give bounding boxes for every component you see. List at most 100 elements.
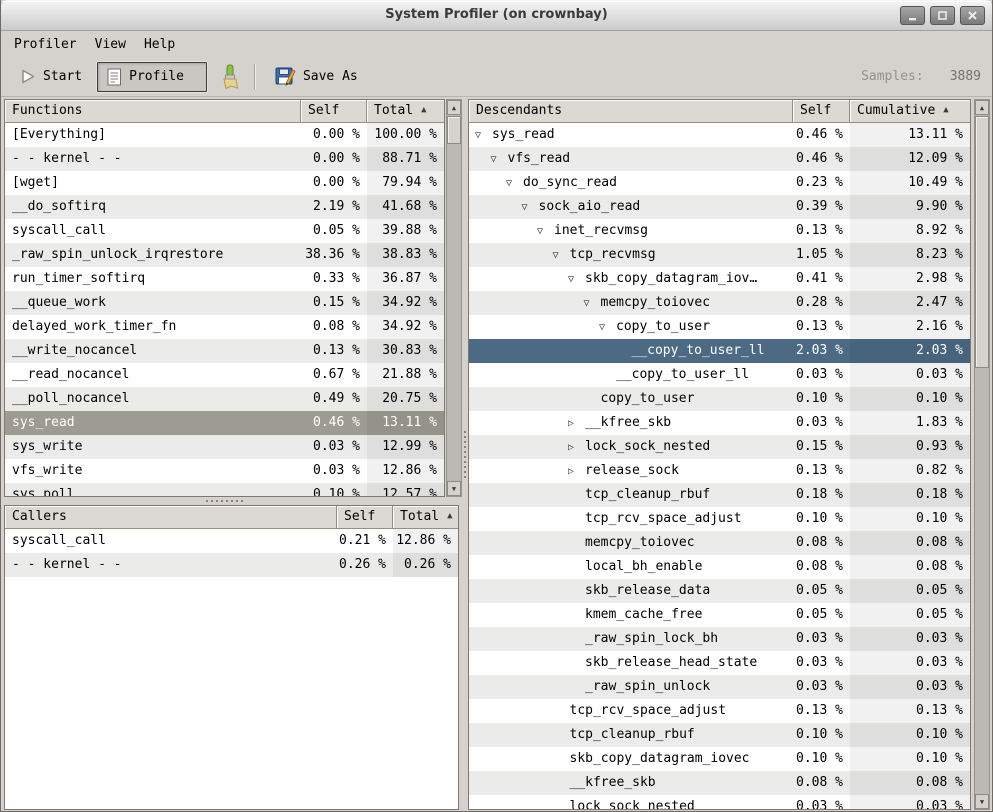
save-as-button[interactable]: Save As bbox=[266, 61, 367, 92]
table-row[interactable]: tcp_rcv_space_adjust0.10 %0.10 % bbox=[469, 507, 970, 531]
total-percent-cell: 8.92 % bbox=[850, 219, 970, 243]
table-row[interactable]: copy_to_user0.10 %0.10 % bbox=[469, 387, 970, 411]
vertical-splitter-handle[interactable] bbox=[461, 99, 468, 810]
function-name-cell: ▽sys_read bbox=[469, 123, 793, 147]
table-row[interactable]: _raw_spin_unlock0.03 %0.03 % bbox=[469, 675, 970, 699]
table-row[interactable]: tcp_rcv_space_adjust0.13 %0.13 % bbox=[469, 699, 970, 723]
table-row[interactable]: _raw_spin_unlock_irqrestore38.36 %38.83 … bbox=[5, 243, 444, 267]
table-row[interactable]: [Everything]0.00 %100.00 % bbox=[5, 123, 444, 147]
table-row[interactable]: __copy_to_user_ll0.03 %0.03 % bbox=[469, 363, 970, 387]
table-row[interactable]: sys_poll0.10 %12.57 % bbox=[5, 483, 444, 496]
functions-column-header[interactable]: Functions bbox=[5, 100, 301, 123]
table-row[interactable]: syscall_call0.05 %39.88 % bbox=[5, 219, 444, 243]
table-row[interactable]: ▽skb_copy_datagram_iov…0.41 %2.98 % bbox=[469, 267, 970, 291]
table-row[interactable]: kmem_cache_free0.05 %0.05 % bbox=[469, 603, 970, 627]
expander-expanded-icon[interactable]: ▽ bbox=[491, 148, 508, 171]
table-row[interactable]: __queue_work0.15 %34.92 % bbox=[5, 291, 444, 315]
total-percent-cell: 0.93 % bbox=[850, 435, 970, 459]
total-percent-cell: 0.05 % bbox=[850, 603, 970, 627]
table-row[interactable]: __read_nocancel0.67 %21.88 % bbox=[5, 363, 444, 387]
close-button[interactable] bbox=[960, 6, 985, 25]
scroll-up-button[interactable]: ▲ bbox=[447, 100, 461, 115]
table-row[interactable]: run_timer_softirq0.33 %36.87 % bbox=[5, 267, 444, 291]
functions-total-column-header[interactable]: Total ▲ bbox=[367, 100, 444, 123]
callers-column-header[interactable]: Callers bbox=[5, 506, 337, 529]
table-row[interactable]: ▷release_sock0.13 %0.82 % bbox=[469, 459, 970, 483]
expander-expanded-icon[interactable]: ▽ bbox=[475, 124, 492, 147]
profile-button[interactable]: Profile bbox=[97, 62, 207, 92]
horizontal-splitter-handle[interactable] bbox=[4, 497, 445, 505]
scrollbar-slider[interactable] bbox=[975, 116, 989, 368]
function-name-cell: skb_release_data bbox=[469, 579, 793, 603]
table-row[interactable]: syscall_call0.21 %12.86 % bbox=[5, 529, 458, 553]
table-row[interactable]: ▽sock_aio_read0.39 %9.90 % bbox=[469, 195, 970, 219]
expander-expanded-icon[interactable]: ▽ bbox=[522, 196, 539, 219]
close-icon bbox=[966, 9, 979, 22]
minimize-button[interactable] bbox=[900, 6, 925, 25]
descendants-scrollbar[interactable]: ▲ ▼ bbox=[974, 99, 990, 810]
start-button[interactable]: Start bbox=[11, 63, 91, 90]
expander-collapsed-icon[interactable]: ▷ bbox=[568, 460, 585, 483]
expander-collapsed-icon[interactable]: ▷ bbox=[568, 412, 585, 435]
menu-item-help[interactable]: Help bbox=[135, 34, 184, 55]
total-percent-cell: 2.16 % bbox=[850, 315, 970, 339]
function-name-cell: local_bh_enable bbox=[469, 555, 793, 579]
table-row[interactable]: __kfree_skb0.08 %0.08 % bbox=[469, 771, 970, 795]
table-row[interactable]: ▽memcpy_toiovec0.28 %2.47 % bbox=[469, 291, 970, 315]
functions-self-column-header[interactable]: Self bbox=[301, 100, 367, 123]
table-row[interactable]: lock_sock_nested0.03 %0.03 % bbox=[469, 795, 970, 809]
table-row[interactable]: ▽tcp_recvmsg1.05 %8.23 % bbox=[469, 243, 970, 267]
expander-expanded-icon[interactable]: ▽ bbox=[537, 220, 554, 243]
titlebar[interactable]: System Profiler (on crownbay) bbox=[1, 0, 992, 31]
table-row[interactable]: _raw_spin_lock_bh0.03 %0.03 % bbox=[469, 627, 970, 651]
functions-scrollbar[interactable]: ▲ ▼ bbox=[446, 99, 462, 497]
table-row[interactable]: [wget]0.00 %79.94 % bbox=[5, 171, 444, 195]
expander-expanded-icon[interactable]: ▽ bbox=[599, 316, 616, 339]
table-row[interactable]: ▽inet_recvmsg0.13 %8.92 % bbox=[469, 219, 970, 243]
scroll-down-button[interactable]: ▼ bbox=[975, 794, 989, 809]
descendants-self-column-header[interactable]: Self bbox=[793, 100, 850, 123]
table-row[interactable]: sys_read0.46 %13.11 % bbox=[5, 411, 444, 435]
table-row[interactable]: sys_write0.03 %12.99 % bbox=[5, 435, 444, 459]
scroll-down-button[interactable]: ▼ bbox=[447, 481, 461, 496]
table-row[interactable]: ▽vfs_read0.46 %12.09 % bbox=[469, 147, 970, 171]
table-row[interactable]: skb_copy_datagram_iovec0.10 %0.10 % bbox=[469, 747, 970, 771]
total-percent-cell: 10.49 % bbox=[850, 171, 970, 195]
reset-button[interactable] bbox=[215, 61, 244, 93]
table-row[interactable]: vfs_write0.03 %12.86 % bbox=[5, 459, 444, 483]
descendants-column-header[interactable]: Descendants bbox=[469, 100, 793, 123]
menu-item-view[interactable]: View bbox=[86, 34, 135, 55]
table-row[interactable]: - - kernel - -0.00 %88.71 % bbox=[5, 147, 444, 171]
table-row[interactable]: ▷lock_sock_nested0.15 %0.93 % bbox=[469, 435, 970, 459]
expander-expanded-icon[interactable]: ▽ bbox=[584, 292, 601, 315]
self-percent-cell: 0.03 % bbox=[793, 411, 850, 435]
expander-expanded-icon[interactable]: ▽ bbox=[506, 172, 523, 195]
maximize-button[interactable] bbox=[930, 6, 955, 25]
table-row[interactable]: tcp_cleanup_rbuf0.18 %0.18 % bbox=[469, 483, 970, 507]
table-row[interactable]: ▷__kfree_skb0.03 %1.83 % bbox=[469, 411, 970, 435]
expander-expanded-icon[interactable]: ▽ bbox=[553, 244, 570, 267]
expander-expanded-icon[interactable]: ▽ bbox=[568, 268, 585, 291]
table-row[interactable]: ▽do_sync_read0.23 %10.49 % bbox=[469, 171, 970, 195]
table-row[interactable]: ▽copy_to_user0.13 %2.16 % bbox=[469, 315, 970, 339]
expander-collapsed-icon[interactable]: ▷ bbox=[568, 436, 585, 459]
table-row[interactable]: ▽sys_read0.46 %13.11 % bbox=[469, 123, 970, 147]
table-row[interactable]: delayed_work_timer_fn0.08 %34.92 % bbox=[5, 315, 444, 339]
scrollbar-slider[interactable] bbox=[447, 116, 461, 144]
table-row[interactable]: __do_softirq2.19 %41.68 % bbox=[5, 195, 444, 219]
table-row[interactable]: skb_release_head_state0.03 %0.03 % bbox=[469, 651, 970, 675]
table-row[interactable]: skb_release_data0.05 %0.05 % bbox=[469, 579, 970, 603]
table-row[interactable]: local_bh_enable0.08 %0.08 % bbox=[469, 555, 970, 579]
table-row[interactable]: tcp_cleanup_rbuf0.10 %0.10 % bbox=[469, 723, 970, 747]
menu-item-profiler[interactable]: Profiler bbox=[5, 34, 86, 55]
callers-self-column-header[interactable]: Self bbox=[337, 506, 393, 529]
table-row[interactable]: - - kernel - -0.26 %0.26 % bbox=[5, 553, 458, 577]
callers-total-column-header[interactable]: Total ▲ bbox=[393, 506, 458, 529]
descendants-cumulative-column-header[interactable]: Cumulative ▲ bbox=[850, 100, 970, 123]
function-name-cell: ▽sock_aio_read bbox=[469, 195, 793, 219]
table-row[interactable]: __write_nocancel0.13 %30.83 % bbox=[5, 339, 444, 363]
scroll-up-button[interactable]: ▲ bbox=[975, 100, 989, 115]
table-row[interactable]: __copy_to_user_ll2.03 %2.03 % bbox=[469, 339, 970, 363]
table-row[interactable]: memcpy_toiovec0.08 %0.08 % bbox=[469, 531, 970, 555]
table-row[interactable]: __poll_nocancel0.49 %20.75 % bbox=[5, 387, 444, 411]
